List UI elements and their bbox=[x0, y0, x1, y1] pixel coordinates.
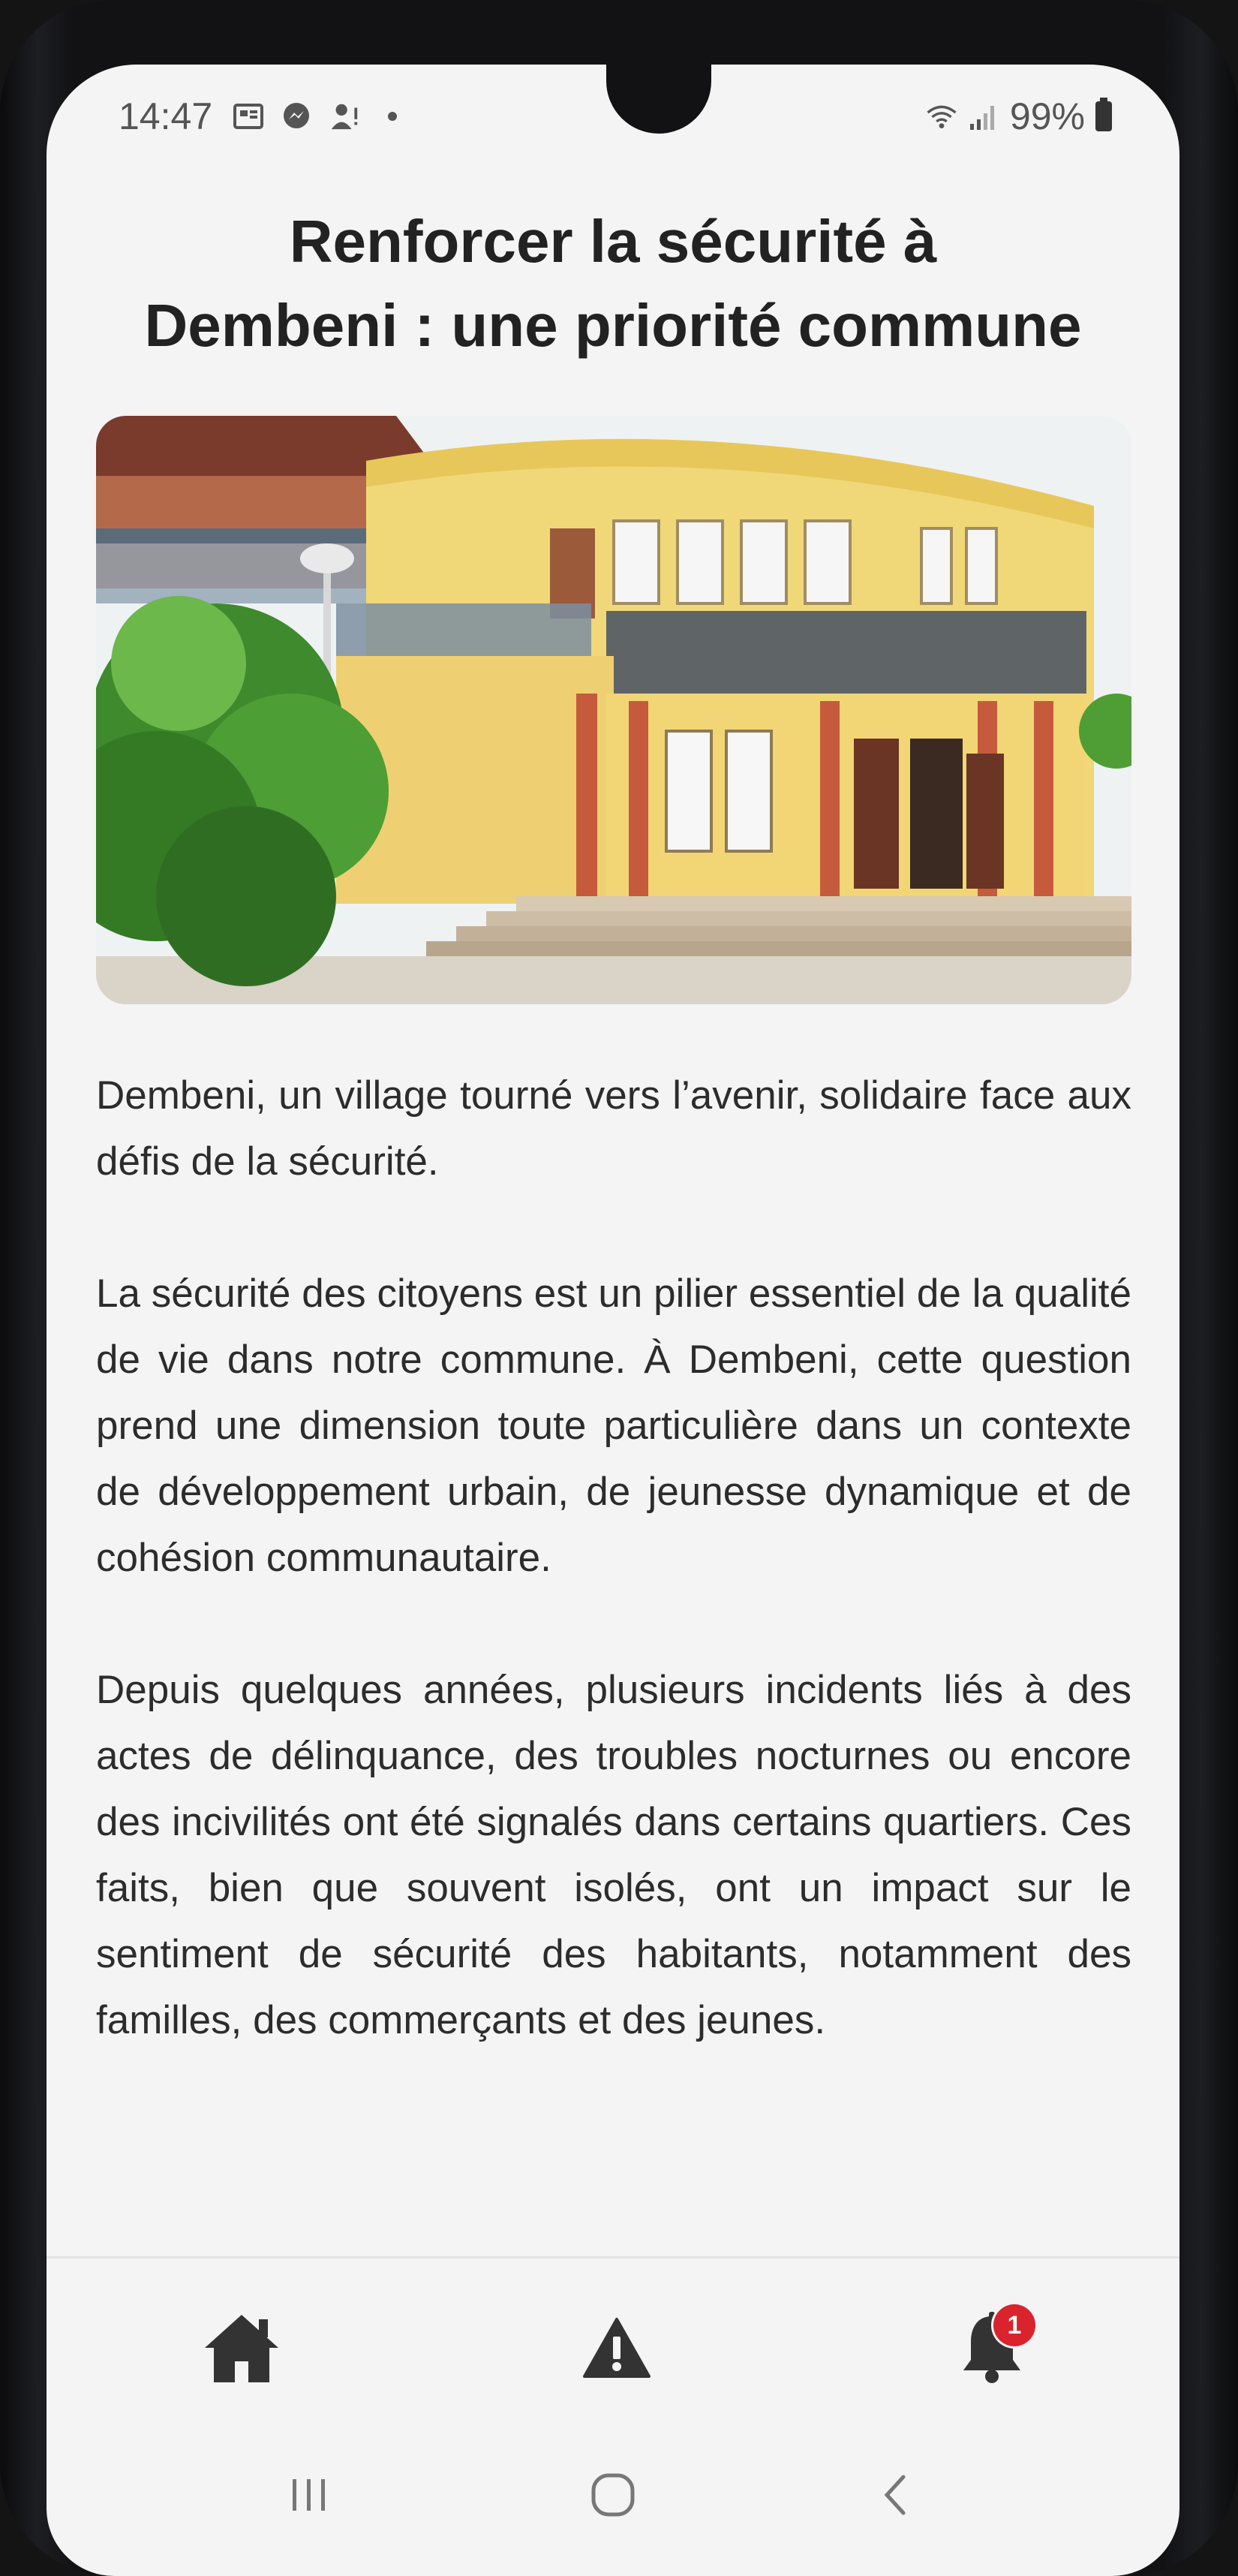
article-paragraph: La sécurité des citoyens est un pilier e… bbox=[96, 1271, 1131, 1580]
system-navigation-bar bbox=[47, 2451, 1179, 2541]
notification-icons bbox=[233, 101, 408, 132]
system-home-button[interactable] bbox=[575, 2466, 651, 2526]
notification-badge: 1 bbox=[993, 2304, 1035, 2346]
status-right: 99% bbox=[926, 95, 1112, 138]
back-icon bbox=[879, 2472, 909, 2521]
nav-notifications-button[interactable]: 1 bbox=[947, 2304, 1037, 2394]
wifi-icon bbox=[926, 101, 957, 132]
dot-icon bbox=[377, 101, 408, 132]
status-time: 14:47 bbox=[119, 95, 213, 137]
article-title-line-1: Renforcer la sécurité à bbox=[289, 208, 937, 275]
recent-apps-icon bbox=[287, 2476, 332, 2517]
recent-apps-button[interactable] bbox=[272, 2466, 347, 2526]
article-paragraph: Depuis quelques années, plusieurs incide… bbox=[96, 1668, 1131, 2042]
status-bar: 14:47 99% bbox=[47, 95, 1179, 155]
bottom-navigation: 1 bbox=[47, 2259, 1179, 2424]
article-body: Dembeni, un village tourné vers l’avenir… bbox=[96, 1063, 1131, 2120]
warning-icon bbox=[582, 2317, 651, 2382]
home-circle-icon bbox=[589, 2471, 637, 2523]
signal-icon bbox=[968, 101, 999, 132]
article-hero-image bbox=[96, 416, 1131, 1004]
back-button[interactable] bbox=[857, 2466, 932, 2526]
home-icon bbox=[202, 2312, 281, 2388]
battery-percentage: 99% bbox=[1009, 95, 1085, 137]
nav-home-button[interactable] bbox=[197, 2304, 287, 2394]
article-paragraph: Dembeni, un village tourné vers l’avenir… bbox=[96, 1073, 1131, 1184]
town-hall-photo bbox=[96, 416, 1131, 1004]
nav-alert-button[interactable] bbox=[572, 2304, 662, 2394]
article-title: Renforcer la sécurité à Dembeni : une pr… bbox=[92, 200, 1134, 368]
gallery-icon bbox=[233, 101, 264, 132]
phone-screen: 14:47 99% Renforcer la sécurité à Demben… bbox=[47, 65, 1179, 2576]
bottom-nav-divider bbox=[47, 2256, 1179, 2259]
article-title-line-2: Dembeni : une priorité commune bbox=[144, 292, 1082, 359]
battery-icon bbox=[1095, 98, 1112, 131]
phone-frame: 14:47 99% Renforcer la sécurité à Demben… bbox=[0, 0, 1238, 2576]
messenger-icon bbox=[281, 101, 312, 132]
person-alert-icon bbox=[329, 101, 360, 132]
